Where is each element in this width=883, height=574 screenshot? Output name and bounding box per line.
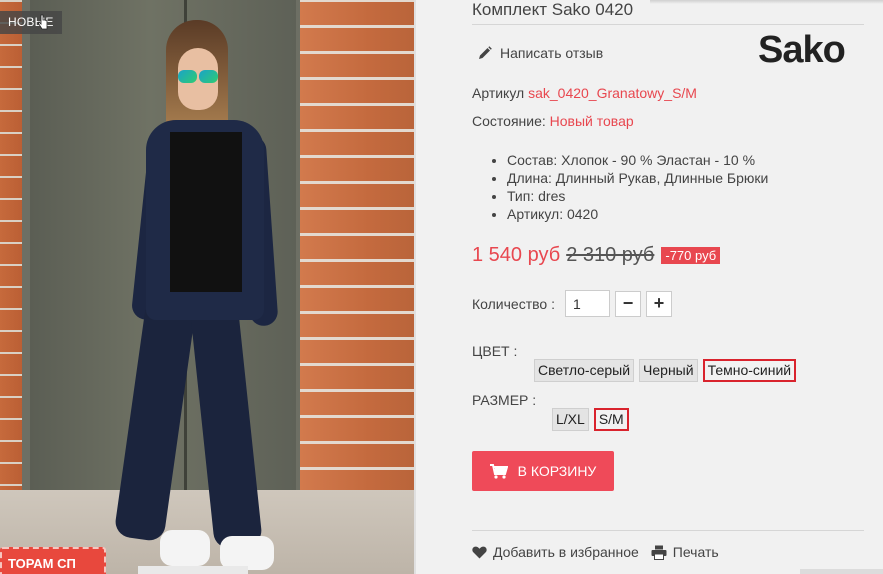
brand-logo[interactable]: Sako	[758, 30, 864, 70]
current-price: 1 540 руб	[472, 244, 561, 266]
cart-icon	[489, 463, 508, 479]
divider	[472, 530, 864, 531]
condition-line: Состояние: Новый товар	[472, 113, 634, 129]
sku-label: Артикул	[472, 85, 525, 101]
print-label: Печать	[672, 544, 719, 560]
brick-wall-right	[300, 0, 414, 574]
size-options: L/XL S/M	[552, 408, 629, 431]
favorites-label: Добавить в избранное	[493, 544, 639, 560]
product-title: Комплект Sako 0420	[472, 0, 634, 19]
model-figure	[113, 20, 290, 574]
discount-badge: -770 руб	[661, 247, 721, 264]
color-options: Светло-серый Черный Темно-синий	[534, 359, 797, 382]
quantity-plus-button[interactable]: +	[645, 290, 672, 317]
thumbnail-strip	[138, 566, 248, 574]
property-item: Тип: dres	[507, 187, 768, 205]
price-block: 1 540 руб 2 310 руб -770 руб	[472, 244, 721, 267]
size-option[interactable]: L/XL	[552, 408, 589, 431]
divider	[472, 24, 864, 25]
size-option-selected[interactable]: S/M	[593, 408, 629, 431]
condition-label: Состояние:	[472, 113, 546, 129]
color-option-selected[interactable]: Темно-синий	[702, 359, 797, 382]
product-properties: Состав: Хлопок - 90 % Эластан - 10 % Дли…	[507, 151, 768, 223]
sku-line: Артикул sak_0420_Granatowy_S/M	[472, 85, 697, 101]
promo-sticker[interactable]: ТОРАМ СП	[0, 547, 106, 574]
header-shadow	[650, 0, 883, 4]
print-link[interactable]: Печать	[651, 544, 719, 560]
color-option[interactable]: Черный	[639, 359, 698, 382]
pencil-icon	[479, 46, 492, 59]
quantity-label: Количество :	[472, 295, 555, 312]
hand-cursor-icon	[38, 14, 48, 30]
old-price: 2 310 руб	[566, 244, 655, 266]
color-option[interactable]: Светло-серый	[534, 359, 635, 382]
product-image[interactable]: НОВЫЕ ТОРАМ СП	[0, 0, 416, 574]
quantity-minus-button[interactable]: −	[614, 290, 641, 317]
quantity-row: Количество : − +	[472, 290, 672, 317]
condition-value: Новый товар	[549, 113, 634, 129]
color-label: ЦВЕТ :	[472, 343, 518, 359]
sku-value: sak_0420_Granatowy_S/M	[528, 85, 697, 101]
scroll-edge	[800, 569, 883, 574]
quantity-input[interactable]	[564, 290, 610, 317]
add-to-cart-button[interactable]: В КОРЗИНУ	[472, 451, 614, 491]
property-item: Артикул: 0420	[507, 205, 768, 223]
new-badge: НОВЫЕ	[0, 11, 62, 34]
printer-icon	[651, 545, 667, 560]
review-label: Написать отзыв	[500, 45, 604, 61]
property-item: Длина: Длинный Рукав, Длинные Брюки	[507, 169, 768, 187]
cart-label: В КОРЗИНУ	[517, 463, 597, 479]
write-review-link[interactable]: Написать отзыв	[478, 45, 603, 61]
size-label: РАЗМЕР :	[472, 392, 537, 408]
property-item: Состав: Хлопок - 90 % Эластан - 10 %	[507, 151, 768, 169]
product-actions: Добавить в избранное Печать	[472, 544, 719, 560]
add-to-favorites-link[interactable]: Добавить в избранное	[472, 544, 639, 560]
heart-icon	[472, 546, 487, 558]
